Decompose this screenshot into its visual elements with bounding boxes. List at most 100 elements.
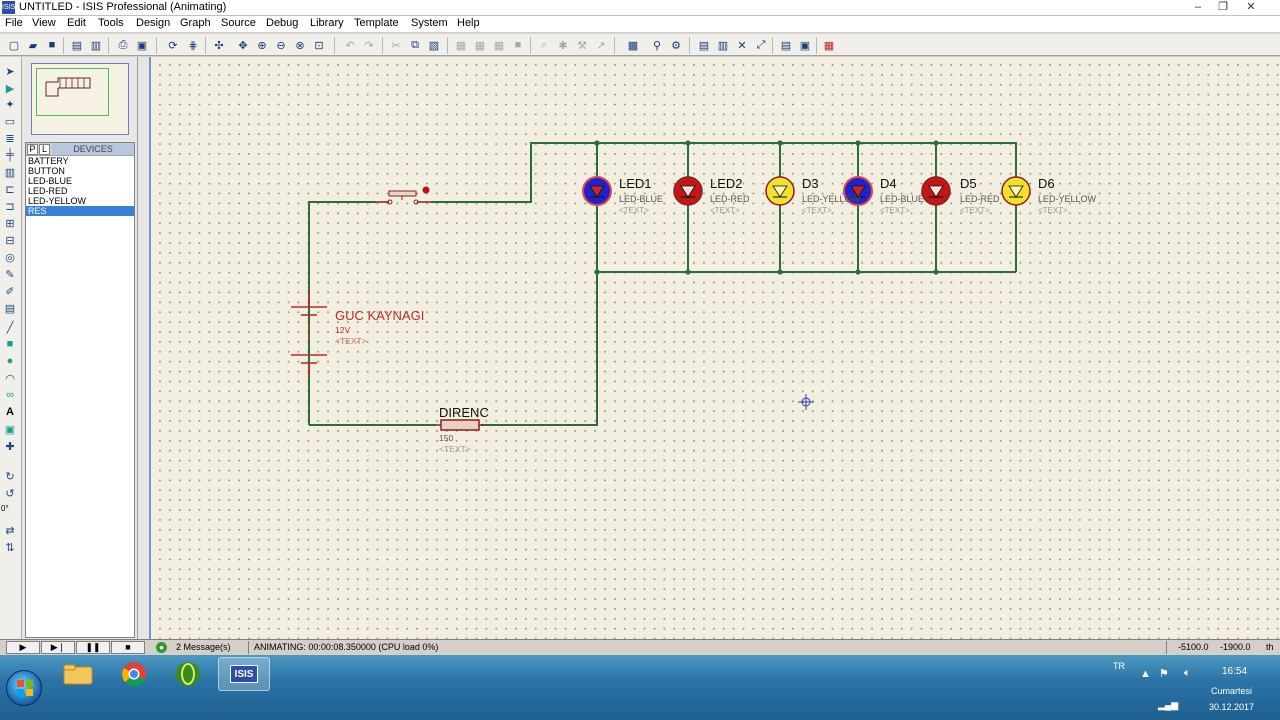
- rotate-clockwise-icon[interactable]: ↻: [3, 469, 17, 483]
- menu-system[interactable]: System: [411, 17, 448, 29]
- device-pins-icon[interactable]: ⊐: [3, 199, 17, 213]
- block-move-icon[interactable]: ▦: [473, 38, 487, 52]
- delete-sheet-icon[interactable]: ✕: [735, 38, 749, 52]
- search-tag-icon[interactable]: ⚲: [650, 38, 664, 52]
- menu-library[interactable]: Library: [310, 17, 344, 29]
- new-file-icon[interactable]: ▢: [7, 38, 21, 52]
- device-item-res[interactable]: RES: [26, 206, 134, 216]
- d5-component[interactable]: [921, 176, 951, 206]
- taskbar-isis[interactable]: ISIS: [218, 657, 270, 691]
- junction-dot-icon[interactable]: ✦: [3, 97, 17, 111]
- device-item-led-blue[interactable]: LED-BLUE: [26, 176, 134, 186]
- close-button[interactable]: ✕: [1242, 1, 1260, 14]
- voltage-probe-icon[interactable]: ✎: [3, 267, 17, 281]
- import-icon[interactable]: ▤: [70, 38, 84, 52]
- d3-component[interactable]: [765, 176, 795, 206]
- cut-icon[interactable]: ✂: [389, 38, 403, 52]
- block-copy-icon[interactable]: ▦: [454, 38, 468, 52]
- menu-edit[interactable]: Edit: [67, 17, 86, 29]
- paste-icon[interactable]: ▧: [427, 38, 441, 52]
- step-button[interactable]: ▶❘: [41, 641, 75, 654]
- pick-device-icon[interactable]: ⌕: [537, 38, 551, 52]
- goto-sheet-icon[interactable]: ⤢: [754, 38, 768, 52]
- text-tool-icon[interactable]: A: [3, 405, 17, 419]
- generator-icon[interactable]: ◎: [3, 250, 17, 264]
- tape-recorder-icon[interactable]: ⊟: [3, 233, 17, 247]
- netlist-icon[interactable]: ▣: [798, 38, 812, 52]
- pause-button[interactable]: ❚❚: [76, 641, 110, 654]
- resistor-component[interactable]: [436, 419, 483, 431]
- taskbar-explorer[interactable]: [52, 657, 104, 691]
- language-indicator[interactable]: TR: [1113, 661, 1125, 671]
- new-sheet-icon[interactable]: ▤: [697, 38, 711, 52]
- zoom-all-icon[interactable]: ⊗: [293, 38, 307, 52]
- start-button[interactable]: [6, 670, 42, 706]
- messages-count[interactable]: 2 Message(s): [176, 642, 231, 652]
- circle-tool-icon[interactable]: ●: [3, 354, 17, 368]
- device-item-led-red[interactable]: LED-RED: [26, 186, 134, 196]
- menu-help[interactable]: Help: [457, 17, 480, 29]
- menu-source[interactable]: Source: [221, 17, 256, 29]
- subcircuit-icon[interactable]: ▥: [3, 165, 17, 179]
- maximize-button[interactable]: ❐: [1214, 1, 1232, 14]
- block-delete-icon[interactable]: ■: [511, 38, 525, 52]
- selection-mode-icon[interactable]: ➤: [3, 64, 17, 78]
- led2-component[interactable]: [673, 176, 703, 206]
- schematic-canvas[interactable]: GUC KAYNAGI 12V <TEXT> DIRENC 150 <TEXT>: [151, 57, 1280, 639]
- origin-icon[interactable]: ✣: [212, 38, 226, 52]
- push-button-component[interactable]: [376, 186, 431, 205]
- menu-template[interactable]: Template: [354, 17, 399, 29]
- network-signal-icon[interactable]: ▂▄▆: [1158, 700, 1178, 711]
- marker-tool-icon[interactable]: ✚: [3, 439, 17, 453]
- graph-mode-icon[interactable]: ⊞: [3, 216, 17, 230]
- export-icon[interactable]: ▥: [89, 38, 103, 52]
- taskbar-chrome[interactable]: [108, 657, 160, 691]
- rotate-anticlockwise-icon[interactable]: ↺: [3, 486, 17, 500]
- decompose-icon[interactable]: ↗: [594, 38, 608, 52]
- stop-button[interactable]: ■: [111, 641, 145, 654]
- area-icon[interactable]: ▣: [135, 38, 149, 52]
- library-manager-button[interactable]: L: [39, 144, 50, 155]
- make-device-icon[interactable]: ✱: [556, 38, 570, 52]
- menu-debug[interactable]: Debug: [266, 17, 298, 29]
- minimize-button[interactable]: –: [1189, 1, 1207, 14]
- d6-component[interactable]: [1001, 176, 1031, 206]
- box-tool-icon[interactable]: ■: [3, 337, 17, 351]
- menu-tools[interactable]: Tools: [98, 17, 124, 29]
- wire-autorouter-icon[interactable]: ▩: [626, 38, 640, 52]
- menu-view[interactable]: View: [32, 17, 56, 29]
- buses-icon[interactable]: ╪: [3, 148, 17, 162]
- volume-icon[interactable]: 🔈︎: [1184, 667, 1191, 680]
- open-folder-icon[interactable]: ▰: [26, 38, 40, 52]
- packaging-icon[interactable]: ⚒: [575, 38, 589, 52]
- device-item-battery[interactable]: BATTERY: [26, 156, 134, 166]
- arc-tool-icon[interactable]: ◠: [3, 371, 17, 385]
- wire-label-icon[interactable]: ▭: [3, 114, 17, 128]
- menu-design[interactable]: Design: [136, 17, 170, 29]
- play-button[interactable]: ▶: [6, 641, 40, 654]
- led1-component[interactable]: [582, 176, 612, 206]
- pick-device-button[interactable]: P: [27, 144, 38, 155]
- menu-file[interactable]: File: [5, 17, 23, 29]
- bill-of-materials-icon[interactable]: ▤: [779, 38, 793, 52]
- symbol-tool-icon[interactable]: ▣: [3, 422, 17, 436]
- action-center-flag-icon[interactable]: ⚑: [1159, 667, 1169, 680]
- zoom-in-icon[interactable]: ⊕: [255, 38, 269, 52]
- panel-splitter[interactable]: [137, 57, 151, 639]
- clock-date[interactable]: 30.12.2017: [1209, 702, 1254, 712]
- mirror-x-icon[interactable]: ⇄: [3, 523, 17, 537]
- pan-icon[interactable]: ✥: [236, 38, 250, 52]
- grid-icon[interactable]: ⋕: [186, 38, 200, 52]
- mirror-y-icon[interactable]: ⇅: [3, 540, 17, 554]
- tray-chevron-icon[interactable]: ▲: [1140, 668, 1151, 680]
- redo-icon[interactable]: ↷: [362, 38, 376, 52]
- zoom-area-icon[interactable]: ⊡: [312, 38, 326, 52]
- remove-sheet-icon[interactable]: ▥: [716, 38, 730, 52]
- terminals-icon[interactable]: ⊏: [3, 182, 17, 196]
- device-item-led-yellow[interactable]: LED-YELLOW: [26, 196, 134, 206]
- device-item-button[interactable]: BUTTON: [26, 166, 134, 176]
- component-mode-icon[interactable]: ▶: [3, 81, 17, 95]
- clock-day[interactable]: Cumartesi: [1211, 686, 1252, 696]
- virtual-instrument-icon[interactable]: ▤: [3, 301, 17, 315]
- menu-graph[interactable]: Graph: [180, 17, 211, 29]
